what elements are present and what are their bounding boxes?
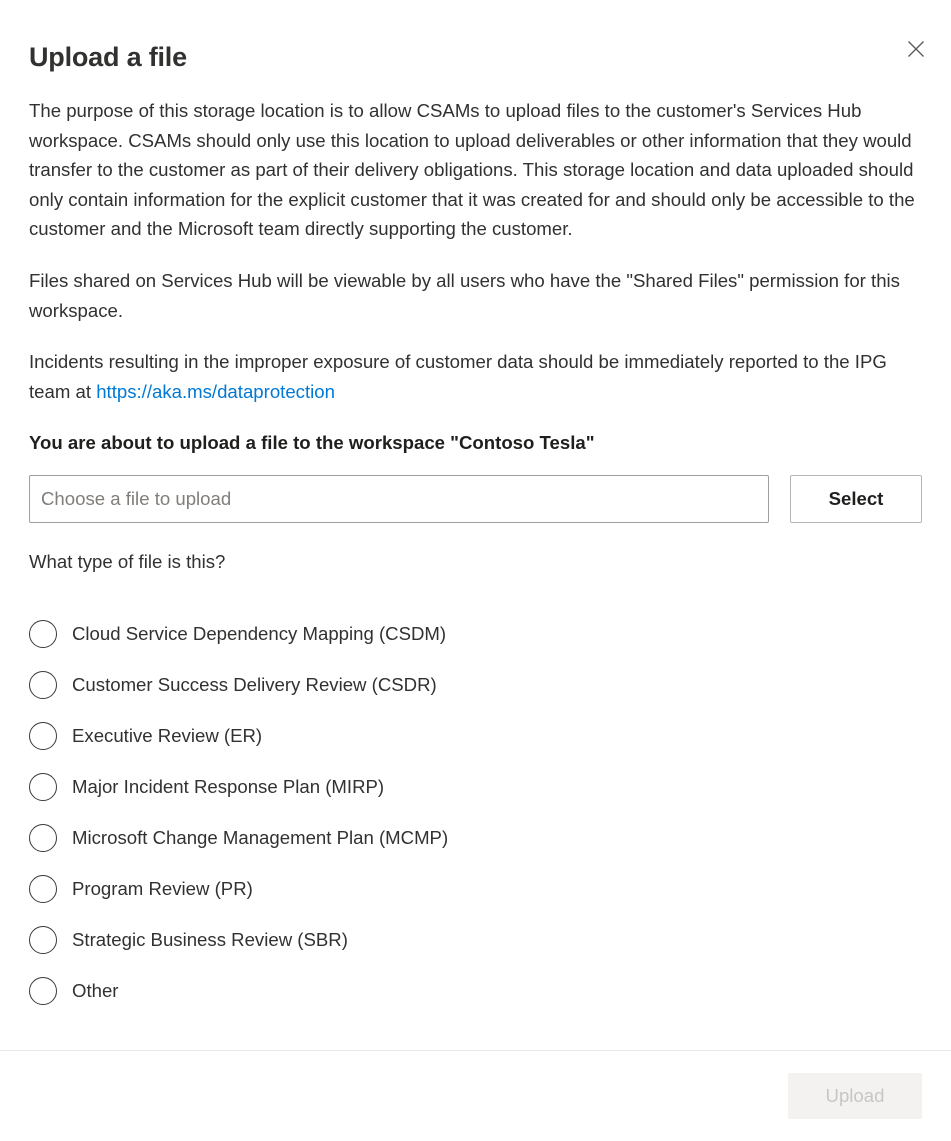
radio-label: Strategic Business Review (SBR) — [72, 928, 348, 950]
policy-paragraph-3: Incidents resulting in the improper expo… — [29, 347, 922, 406]
radio-label: Microsoft Change Management Plan (MCMP) — [72, 826, 449, 848]
workspace-confirmation-text: You are about to upload a file to the wo… — [29, 432, 595, 454]
radio-circle-icon — [29, 619, 57, 648]
radio-label: Major Incident Response Plan (MIRP) — [72, 775, 385, 797]
radio-label: Program Review (PR) — [72, 877, 253, 899]
file-picker-row: Select — [29, 475, 922, 524]
file-type-question: What type of file is this? — [29, 551, 226, 573]
radio-circle-icon — [29, 721, 57, 750]
radio-circle-icon — [29, 874, 57, 903]
close-icon — [906, 39, 926, 59]
close-button[interactable] — [898, 31, 934, 67]
file-path-input[interactable] — [29, 475, 769, 524]
radio-circle-icon — [29, 772, 57, 801]
radio-option-pr[interactable]: Program Review (PR) — [29, 863, 922, 914]
file-type-radio-group: Cloud Service Dependency Mapping (CSDM) … — [29, 608, 922, 1016]
radio-option-er[interactable]: Executive Review (ER) — [29, 710, 922, 761]
radio-circle-icon — [29, 670, 57, 699]
radio-label: Cloud Service Dependency Mapping (CSDM) — [72, 622, 447, 644]
radio-option-mcmp[interactable]: Microsoft Change Management Plan (MCMP) — [29, 812, 922, 863]
radio-circle-icon — [29, 976, 57, 1005]
dialog-body: The purpose of this storage location is … — [0, 96, 951, 1050]
radio-label: Customer Success Delivery Review (CSDR) — [72, 673, 437, 695]
radio-label: Executive Review (ER) — [72, 724, 263, 746]
radio-option-csdr[interactable]: Customer Success Delivery Review (CSDR) — [29, 659, 922, 710]
page-title: Upload a file — [29, 42, 187, 72]
dialog-footer: Upload — [0, 1050, 951, 1141]
radio-circle-icon — [29, 925, 57, 954]
policy-paragraph-1: The purpose of this storage location is … — [29, 100, 915, 240]
radio-option-mirp[interactable]: Major Incident Response Plan (MIRP) — [29, 761, 922, 812]
radio-label: Other — [72, 979, 119, 1001]
upload-file-dialog: Upload a file The purpose of this storag… — [0, 0, 951, 1141]
radio-circle-icon — [29, 823, 57, 852]
radio-option-other[interactable]: Other — [29, 965, 922, 1016]
dialog-header: Upload a file — [0, 0, 951, 96]
select-file-button[interactable]: Select — [790, 475, 922, 524]
radio-option-csdm[interactable]: Cloud Service Dependency Mapping (CSDM) — [29, 608, 922, 659]
policy-paragraph-2: Files shared on Services Hub will be vie… — [29, 269, 900, 321]
dataprotection-link[interactable]: https://aka.ms/dataprotection — [96, 381, 335, 402]
radio-option-sbr[interactable]: Strategic Business Review (SBR) — [29, 914, 922, 965]
upload-button[interactable]: Upload — [788, 1073, 922, 1119]
